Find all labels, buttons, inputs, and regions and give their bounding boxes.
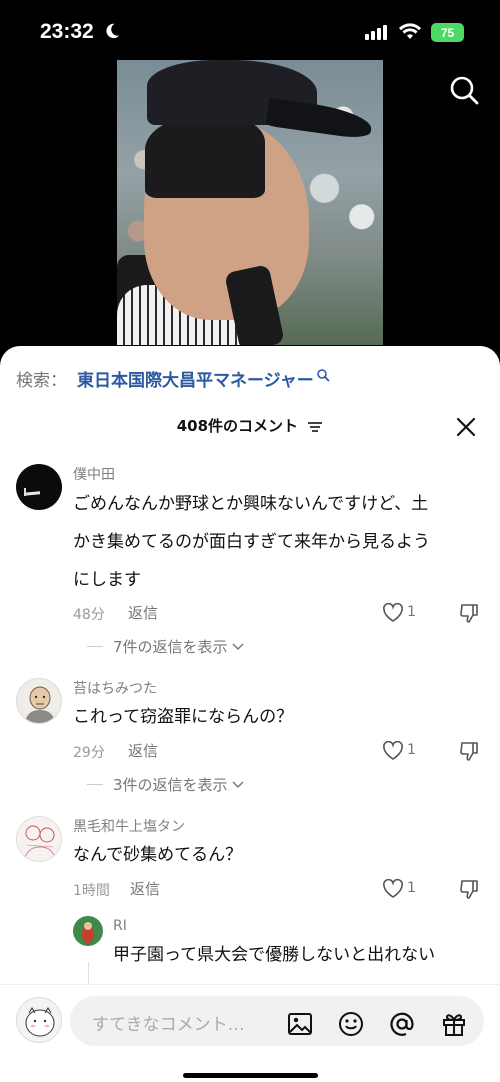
view-replies-button[interactable]: 7件の返信を表示 — [87, 636, 244, 657]
avatar[interactable] — [16, 816, 62, 862]
avatar[interactable] — [16, 997, 62, 1043]
video-player[interactable] — [117, 60, 383, 345]
comment-text-line: なんで砂集めてるん？ — [73, 845, 243, 865]
avatar-image — [25, 686, 55, 723]
signal-icon — [365, 24, 387, 40]
comment-sheet: 検索： 東日本国際大昌平マネージャー 408件のコメント 僕中田 ごめんなんか野… — [0, 346, 500, 1082]
close-icon[interactable] — [455, 416, 477, 438]
emoji-icon[interactable] — [337, 1010, 365, 1038]
comment-input[interactable]: すてきなコメント… — [70, 996, 484, 1046]
chevron-down-icon — [232, 642, 244, 650]
view-replies-button[interactable]: 3件の返信を表示 — [87, 774, 244, 795]
comment-input-bar: すてきなコメント… — [0, 984, 500, 1082]
battery-indicator: 75 — [431, 23, 464, 42]
search-icon[interactable] — [448, 74, 480, 106]
avatar[interactable] — [16, 464, 62, 510]
reply-username[interactable]: RI — [113, 918, 127, 934]
comment-time: 1時間 — [73, 883, 110, 899]
gift-icon[interactable] — [440, 1010, 468, 1038]
dislike-icon[interactable] — [458, 878, 480, 900]
status-bar: 23:32 75 — [0, 0, 500, 64]
comment-username[interactable]: 苔はちみつた — [73, 678, 157, 698]
like-count: 1 — [407, 604, 416, 620]
view-replies-label: 7件の返信を表示 — [113, 638, 228, 656]
dislike-icon[interactable] — [458, 740, 480, 762]
image-icon[interactable] — [286, 1010, 314, 1038]
heart-icon[interactable] — [382, 741, 404, 761]
avatar-image — [82, 922, 94, 943]
comment-time: 29分 — [73, 745, 105, 761]
dislike-icon[interactable] — [458, 602, 480, 624]
search-icon — [317, 368, 330, 382]
comment-input-placeholder: すてきなコメント… — [92, 1015, 245, 1035]
comment-text-line: にします — [73, 570, 141, 590]
video-figure — [145, 118, 265, 198]
wifi-icon — [399, 23, 421, 39]
comments-header: 408件のコメント — [0, 415, 500, 436]
like-count: 1 — [407, 742, 416, 758]
like-count: 1 — [407, 880, 416, 896]
comment-username[interactable]: 僕中田 — [73, 464, 115, 484]
comment-text-line: これって窃盗罪にならんの？ — [73, 707, 294, 727]
related-search[interactable]: 検索： 東日本国際大昌平マネージャー — [16, 366, 330, 391]
divider — [87, 646, 103, 647]
avatar-image — [24, 825, 56, 858]
comment-text-line: かき集めてるのが面白すぎて来年から見るよう — [73, 532, 430, 552]
avatar-image — [25, 1007, 55, 1037]
divider — [87, 784, 103, 785]
battery-level: 75 — [440, 25, 455, 40]
view-replies-label: 3件の返信を表示 — [113, 776, 228, 794]
avatar[interactable] — [73, 916, 103, 946]
comments-count: 408件のコメント — [176, 417, 299, 435]
moon-icon — [106, 23, 120, 39]
comment-username[interactable]: 黒毛和牛上塩タン — [73, 816, 185, 836]
related-search-query[interactable]: 東日本国際大昌平マネージャー — [77, 366, 314, 391]
status-time: 23:32 — [40, 20, 94, 43]
comment-time: 48分 — [73, 607, 105, 623]
avatar[interactable] — [16, 678, 62, 724]
reply-button[interactable]: 返信 — [128, 602, 158, 623]
heart-icon[interactable] — [382, 879, 404, 899]
reply-button[interactable]: 返信 — [128, 740, 158, 761]
home-indicator — [183, 1073, 318, 1078]
mention-icon[interactable] — [388, 1010, 416, 1038]
reply-text: 甲子園って県大会で優勝しないと出れない — [113, 945, 436, 965]
avatar-image — [23, 488, 41, 496]
heart-icon[interactable] — [382, 603, 404, 623]
reply-button[interactable]: 返信 — [130, 878, 160, 899]
related-search-label: 検索： — [16, 371, 67, 391]
comment-text-line: ごめんなんか野球とか興味ないんですけど、土 — [73, 494, 429, 514]
filter-icon[interactable] — [307, 420, 323, 434]
chevron-down-icon — [232, 780, 244, 788]
